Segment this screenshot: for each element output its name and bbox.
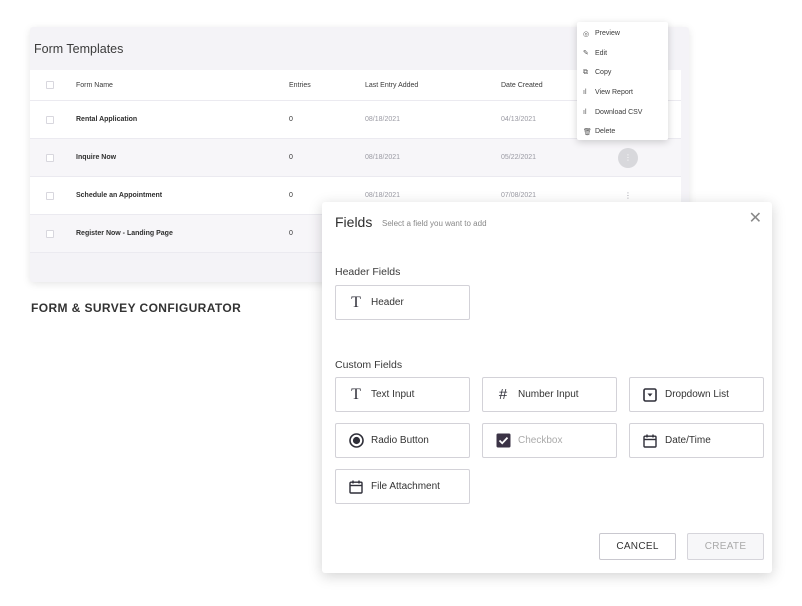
- menu-item-label: Copy: [595, 69, 612, 77]
- copy-icon: ⧉: [583, 68, 588, 76]
- custom-fields-label: Custom Fields: [335, 359, 403, 371]
- column-header-last-entry[interactable]: Last Entry Added: [365, 70, 418, 100]
- field-option-text-input[interactable]: T Text Input: [335, 377, 470, 412]
- text-icon: T: [351, 385, 361, 403]
- date-created: 05/22/2021: [501, 154, 537, 161]
- last-entry-date: 08/18/2021: [365, 116, 401, 123]
- entries-count: 0: [289, 116, 293, 123]
- row-actions-menu: ◎ Preview ✎ Edit ⧉ Copy ıl View Report ı…: [577, 22, 668, 140]
- select-all-checkbox[interactable]: [46, 70, 54, 100]
- form-name[interactable]: Rental Application: [76, 101, 137, 138]
- column-header-form-name[interactable]: Form Name: [76, 70, 113, 100]
- field-option-number-input[interactable]: # Number Input: [482, 377, 617, 412]
- menu-item-download-csv[interactable]: ıl Download CSV: [577, 102, 668, 122]
- field-option-file-attachment[interactable]: File Attachment: [335, 469, 470, 504]
- more-vertical-icon: ⋮: [624, 191, 632, 200]
- section-caption: FORM & SURVEY CONFIGURATOR: [31, 301, 242, 315]
- radio-icon: [348, 433, 364, 449]
- field-option-label: Number Input: [518, 389, 579, 400]
- menu-item-preview[interactable]: ◎ Preview: [577, 24, 668, 44]
- column-header-date-created[interactable]: Date Created: [501, 70, 543, 100]
- fields-modal: Fields Select a field you want to add ✕ …: [322, 202, 772, 573]
- field-option-label: Date/Time: [665, 435, 711, 446]
- menu-item-label: Preview: [595, 30, 620, 38]
- menu-item-edit[interactable]: ✎ Edit: [577, 44, 668, 64]
- last-entry-date: 08/18/2021: [365, 154, 401, 161]
- menu-item-delete[interactable]: 🗑 Delete: [577, 122, 668, 142]
- cancel-button[interactable]: CANCEL: [599, 533, 676, 560]
- form-name[interactable]: Register Now - Landing Page: [76, 215, 173, 252]
- modal-title: Fields: [335, 214, 373, 230]
- close-icon[interactable]: ✕: [749, 211, 762, 227]
- field-option-label: File Attachment: [371, 481, 440, 492]
- calendar-icon: [642, 433, 658, 449]
- field-option-header[interactable]: T Header: [335, 285, 470, 320]
- trash-icon: 🗑: [583, 128, 592, 136]
- eye-icon: ◎: [583, 30, 590, 38]
- menu-item-view-report[interactable]: ıl View Report: [577, 83, 668, 103]
- table-row[interactable]: Inquire Now 0 08/18/2021 05/22/2021 ⋮: [30, 139, 681, 177]
- form-name[interactable]: Schedule an Appointment: [76, 177, 162, 214]
- menu-item-label: Delete: [595, 128, 616, 136]
- create-button[interactable]: CREATE: [687, 533, 764, 560]
- field-option-date-time[interactable]: Date/Time: [629, 423, 764, 458]
- menu-item-label: View Report: [595, 89, 634, 97]
- field-option-label: Checkbox: [518, 435, 563, 446]
- form-name[interactable]: Inquire Now: [76, 139, 116, 176]
- text-icon: T: [351, 293, 361, 311]
- entries-count: 0: [289, 154, 293, 161]
- bar-chart-icon: ıl: [583, 108, 587, 116]
- bar-chart-icon: ıl: [583, 89, 587, 97]
- row-checkbox[interactable]: [46, 139, 54, 176]
- modal-subtitle: Select a field you want to add: [382, 219, 487, 228]
- pencil-icon: ✎: [583, 50, 589, 58]
- page-title: Form Templates: [34, 42, 124, 56]
- row-checkbox[interactable]: [46, 177, 54, 214]
- menu-item-label: Edit: [595, 49, 608, 57]
- field-option-label: Text Input: [371, 389, 415, 400]
- field-option-label: Radio Button: [371, 435, 429, 446]
- row-checkbox[interactable]: [46, 215, 54, 252]
- more-vertical-icon: ⋮: [624, 153, 632, 162]
- field-option-label: Header: [371, 297, 404, 308]
- row-checkbox[interactable]: [46, 101, 54, 138]
- field-option-checkbox[interactable]: Checkbox: [482, 423, 617, 458]
- menu-item-copy[interactable]: ⧉ Copy: [577, 63, 668, 83]
- dropdown-icon: [642, 387, 658, 403]
- checkbox-icon: [495, 433, 511, 449]
- header-fields-label: Header Fields: [335, 266, 401, 278]
- field-option-dropdown-list[interactable]: Dropdown List: [629, 377, 764, 412]
- row-actions-button[interactable]: ⋮: [618, 139, 638, 176]
- entries-count: 0: [289, 192, 293, 199]
- field-option-label: Dropdown List: [665, 389, 729, 400]
- hash-icon: #: [498, 386, 508, 403]
- column-header-entries[interactable]: Entries: [289, 70, 311, 100]
- calendar-icon: [348, 479, 364, 495]
- field-option-radio-button[interactable]: Radio Button: [335, 423, 470, 458]
- date-created: 04/13/2021: [501, 116, 537, 123]
- menu-item-label: Download CSV: [595, 108, 643, 116]
- entries-count: 0: [289, 230, 293, 237]
